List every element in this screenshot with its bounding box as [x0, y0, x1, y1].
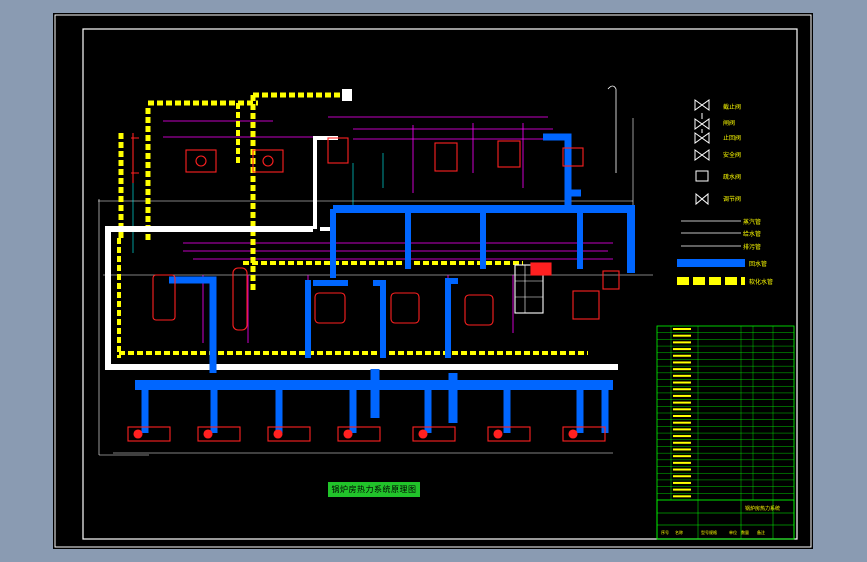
legend-label-globe: 截止阀 [723, 103, 741, 111]
table-cell-mark [673, 421, 691, 424]
col-header-model: 型号规格 [701, 529, 717, 535]
gate-valve-icon [694, 118, 710, 130]
col-header-name: 名称 [675, 529, 683, 535]
table-cell-mark [673, 348, 691, 351]
legend-label-pipe-2: 给水管 [743, 230, 761, 238]
legend-steam-swatch [677, 259, 745, 267]
return-water-pipe [105, 136, 618, 370]
legend-label-pipe-1: 蒸汽管 [743, 218, 761, 226]
boiler-b [252, 149, 284, 173]
col-header-remark: 备注 [757, 529, 765, 535]
table-cell-mark [673, 475, 691, 478]
table-cell-mark [673, 361, 691, 364]
table-cell-mark [673, 374, 691, 377]
table-cell-mark [673, 468, 691, 471]
table-cell-mark [673, 381, 691, 384]
table-cell-mark [673, 368, 691, 371]
legend-label-pipe-3: 排污管 [743, 243, 761, 251]
legend-label-safety: 安全阀 [723, 151, 741, 159]
table-cell-mark [673, 388, 691, 391]
legend-label-gate: 闸阀 [723, 119, 735, 127]
table-cell-mark [673, 495, 691, 498]
control-valve-icon [695, 192, 709, 206]
boiler-thermal-diagram: 截止阀 闸阀 止回阀 安全阀 疏水阀 调节阀 蒸汽管 给水管 排污管 回水管 软… [54, 14, 812, 548]
legend-label-trap: 疏水阀 [723, 173, 741, 181]
pipe-legend: 蒸汽管 给水管 排污管 回水管 软化水管 [677, 218, 773, 286]
table-cell-mark [673, 481, 691, 484]
cad-viewport[interactable]: 截止阀 闸阀 止回阀 安全阀 疏水阀 调节阀 蒸汽管 给水管 排污管 回水管 软… [53, 13, 813, 549]
trap-icon [695, 170, 709, 182]
table-header-row: 序号 名称 型号规格 单位 数量 备注 [661, 529, 765, 535]
table-cell-mark [673, 428, 691, 431]
table-cell-mark [673, 334, 691, 337]
check-valve-icon [694, 132, 710, 144]
legend-label-pipe-5: 软化水管 [749, 278, 773, 286]
table-cell-mark [673, 448, 691, 451]
yellow-end-cap [342, 89, 352, 101]
legend-label-control: 调节阀 [723, 195, 741, 203]
valve-legend: 截止阀 闸阀 止回阀 安全阀 疏水阀 调节阀 [694, 99, 741, 206]
table-cell-mark [673, 441, 691, 444]
table-cell-mark [673, 435, 691, 438]
safety-valve-icon [694, 149, 710, 161]
title-block-label: 锅炉房热力系统 [745, 505, 780, 512]
globe-valve-icon [694, 99, 710, 111]
table-cell-mark [673, 455, 691, 458]
table-cell-mark [673, 488, 691, 491]
legend-label-check: 止回阀 [723, 134, 741, 142]
table-cell-mark [673, 415, 691, 417]
table-cell-mark [673, 328, 691, 330]
table-cell-mark [673, 394, 691, 397]
table-cell-mark [673, 401, 691, 404]
col-header-qty: 数量 [741, 529, 749, 535]
table-cell-mark [673, 341, 691, 344]
legend-label-pipe-4: 回水管 [749, 260, 767, 268]
table-cell-mark [673, 461, 691, 464]
boiler-a [185, 149, 217, 173]
drawing-title: 锅炉房热力系统原理图 [328, 482, 420, 497]
table-cell-mark [673, 408, 691, 411]
col-header-unit: 单位 [729, 529, 737, 535]
col-header-index: 序号 [661, 529, 669, 535]
table-cell-mark [673, 354, 691, 357]
